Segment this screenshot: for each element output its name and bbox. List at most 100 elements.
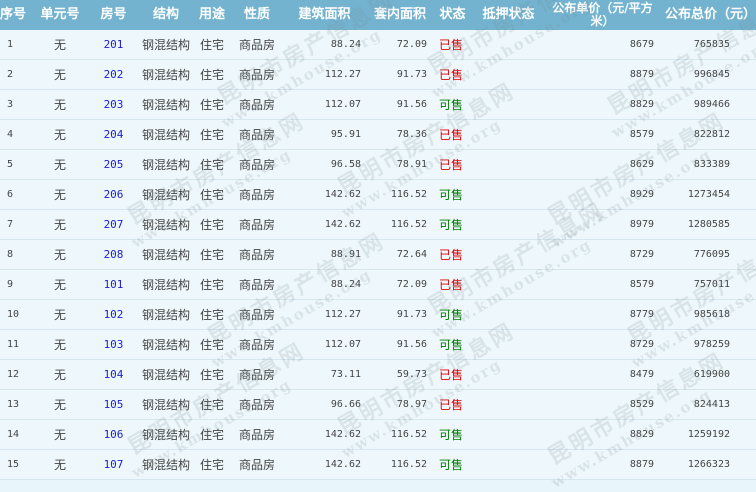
structure-cell: 钢混结构 — [140, 389, 192, 420]
unit-price-cell: 8879 — [545, 449, 660, 480]
structure-cell: 钢混结构 — [140, 329, 192, 360]
total-price-cell: 757011 — [660, 269, 756, 300]
header-unit-price: 公布单价（元/平方米） — [545, 0, 660, 30]
build-area-cell: 73.11 — [282, 359, 367, 390]
inner-area-cell: 116.52 — [367, 179, 433, 210]
room-number-link[interactable]: 207 — [87, 209, 140, 240]
room-number-link[interactable]: 106 — [87, 419, 140, 450]
unit-price-cell: 8479 — [545, 359, 660, 390]
mortgage-cell — [472, 329, 545, 360]
unit-price-cell: 8629 — [545, 149, 660, 180]
row-index: 1 — [0, 30, 33, 60]
room-number-link[interactable]: 102 — [87, 299, 140, 330]
build-area-cell: 96.58 — [282, 149, 367, 180]
unit-price-cell: 8529 — [545, 389, 660, 420]
table-row: 7 无 207 钢混结构 住宅 商品房 142.62 116.52 可售 8979 1280585 — [0, 209, 756, 240]
header-total-price: 公布总价（元） — [660, 0, 756, 30]
table-row: 9 无 101 钢混结构 住宅 商品房 88.24 72.09 已售 8579 757011 — [0, 269, 756, 300]
inner-area-cell: 59.73 — [367, 359, 433, 390]
mortgage-cell — [472, 299, 545, 330]
room-number-link[interactable]: 203 — [87, 89, 140, 120]
unit-cell: 无 — [33, 30, 87, 60]
unit-cell: 无 — [33, 299, 87, 330]
row-index: 6 — [0, 179, 33, 210]
row-index: 5 — [0, 149, 33, 180]
nature-cell: 商品房 — [232, 149, 282, 180]
row-index: 15 — [0, 449, 33, 480]
mortgage-cell — [472, 149, 545, 180]
total-price-cell: 776095 — [660, 239, 756, 270]
unit-price-cell: 8679 — [545, 30, 660, 60]
inner-area-cell: 72.09 — [367, 269, 433, 300]
table-row: 8 无 208 钢混结构 住宅 商品房 88.91 72.64 已售 8729 776095 — [0, 239, 756, 270]
usage-cell: 住宅 — [192, 119, 232, 150]
status-cell: 可售 — [433, 179, 472, 210]
inner-area-cell: 72.64 — [367, 239, 433, 270]
unit-cell: 无 — [33, 389, 87, 420]
unit-price-cell: 8579 — [545, 269, 660, 300]
nature-cell: 商品房 — [232, 419, 282, 450]
build-area-cell: 95.91 — [282, 119, 367, 150]
usage-cell: 住宅 — [192, 209, 232, 240]
usage-cell: 住宅 — [192, 389, 232, 420]
unit-cell: 无 — [33, 209, 87, 240]
build-area-cell: 88.24 — [282, 269, 367, 300]
nature-cell: 商品房 — [232, 269, 282, 300]
table-row: 15 无 107 钢混结构 住宅 商品房 142.62 116.52 可售 8879 1266323 — [0, 449, 756, 480]
unit-price-cell: 8729 — [545, 239, 660, 270]
build-area-cell: 96.66 — [282, 389, 367, 420]
unit-price-cell: 8829 — [545, 419, 660, 450]
mortgage-cell — [472, 59, 545, 90]
house-listing-table: 序号 单元号 房号 结构 用途 性质 建筑面积 套内面积 状态 抵押状态 公布单… — [0, 0, 756, 480]
nature-cell: 商品房 — [232, 239, 282, 270]
structure-cell: 钢混结构 — [140, 30, 192, 60]
mortgage-cell — [472, 209, 545, 240]
room-number-link[interactable]: 103 — [87, 329, 140, 360]
table-row: 11 无 103 钢混结构 住宅 商品房 112.07 91.56 可售 8729 978259 — [0, 329, 756, 360]
room-number-link[interactable]: 206 — [87, 179, 140, 210]
unit-price-cell: 8979 — [545, 209, 660, 240]
table-body: 1 无 201 钢混结构 住宅 商品房 88.24 72.09 已售 8679 765835 2 无 20… — [0, 30, 756, 480]
unit-cell: 无 — [33, 269, 87, 300]
header-room: 房号 — [87, 0, 140, 30]
inner-area-cell: 78.36 — [367, 119, 433, 150]
row-index: 4 — [0, 119, 33, 150]
build-area-cell: 112.27 — [282, 59, 367, 90]
room-number-link[interactable]: 201 — [87, 30, 140, 60]
row-index: 13 — [0, 389, 33, 420]
unit-cell: 无 — [33, 359, 87, 390]
nature-cell: 商品房 — [232, 30, 282, 60]
unit-price-cell: 8929 — [545, 179, 660, 210]
mortgage-cell — [472, 419, 545, 450]
room-number-link[interactable]: 104 — [87, 359, 140, 390]
row-index: 2 — [0, 59, 33, 90]
room-number-link[interactable]: 107 — [87, 449, 140, 480]
row-index: 10 — [0, 299, 33, 330]
total-price-cell: 996845 — [660, 59, 756, 90]
unit-cell: 无 — [33, 59, 87, 90]
header-mortgage: 抵押状态 — [472, 0, 545, 30]
build-area-cell: 142.62 — [282, 419, 367, 450]
mortgage-cell — [472, 30, 545, 60]
room-number-link[interactable]: 101 — [87, 269, 140, 300]
status-cell: 可售 — [433, 419, 472, 450]
header-inner-area: 套内面积 — [367, 0, 433, 30]
room-number-link[interactable]: 208 — [87, 239, 140, 270]
mortgage-cell — [472, 389, 545, 420]
unit-price-cell: 8779 — [545, 299, 660, 330]
room-number-link[interactable]: 202 — [87, 59, 140, 90]
usage-cell: 住宅 — [192, 329, 232, 360]
unit-price-cell: 8829 — [545, 89, 660, 120]
room-number-link[interactable]: 204 — [87, 119, 140, 150]
header-idx: 序号 — [0, 0, 33, 30]
usage-cell: 住宅 — [192, 149, 232, 180]
nature-cell: 商品房 — [232, 299, 282, 330]
room-number-link[interactable]: 205 — [87, 149, 140, 180]
inner-area-cell: 116.52 — [367, 209, 433, 240]
header-unit: 单元号 — [33, 0, 87, 30]
structure-cell: 钢混结构 — [140, 179, 192, 210]
room-number-link[interactable]: 105 — [87, 389, 140, 420]
unit-cell: 无 — [33, 239, 87, 270]
header-build-area: 建筑面积 — [282, 0, 367, 30]
status-cell: 已售 — [433, 30, 472, 60]
